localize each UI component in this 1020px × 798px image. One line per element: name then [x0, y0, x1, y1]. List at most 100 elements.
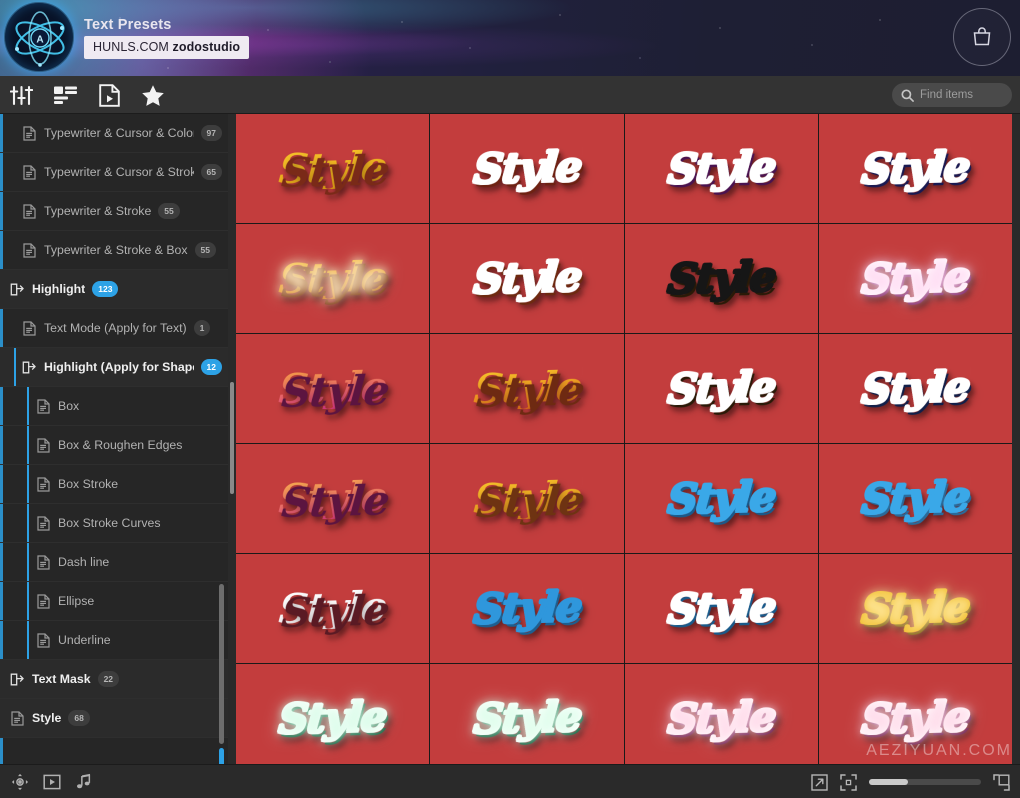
app-banner: A Text Presets HUNLS.COM zodostudio — [0, 0, 1020, 76]
file-icon — [22, 320, 37, 336]
shop-button[interactable] — [953, 8, 1011, 66]
preset-style-text: Style — [860, 362, 971, 414]
sidebar-scrollbar-thumb[interactable] — [219, 584, 224, 744]
sidebar-item-box-stroke-curves[interactable]: Box Stroke Curves — [0, 504, 228, 543]
grid-scrollbar-thumb[interactable] — [230, 382, 234, 494]
sidebar-item-label: Box — [58, 399, 80, 413]
sidebar-item-count-badge: 123 — [92, 280, 119, 298]
sidebar-item-box-roughen-edges[interactable]: Box & Roughen Edges — [0, 426, 228, 465]
sidebar-item-typewriter-stroke[interactable]: Typewriter & Stroke 55 — [0, 192, 228, 231]
sidebar-item-count-badge: 65 — [200, 163, 222, 181]
folder-icon — [10, 282, 25, 297]
zoom-slider[interactable] — [869, 779, 981, 785]
play-box-icon[interactable] — [42, 772, 62, 792]
preset-tile[interactable]: Style — [818, 224, 1012, 333]
preset-tile[interactable]: Style — [818, 664, 1012, 764]
preset-tile[interactable]: Style — [818, 114, 1012, 223]
preset-style-text: Style — [471, 692, 583, 744]
preset-tile[interactable]: Style — [236, 334, 430, 443]
preset-tile[interactable]: Style — [430, 664, 624, 764]
sidebar-item-count-badge: 12 — [200, 358, 222, 376]
preset-tile[interactable]: Style — [236, 114, 430, 223]
sidebar-item-text-mode-apply-for-text[interactable]: Text Mode (Apply for Text) 1 — [0, 309, 228, 348]
preset-style-text: Style — [665, 472, 777, 524]
banner-watermark-chip: HUNLS.COM zodostudio — [84, 36, 250, 59]
file-icon — [22, 242, 37, 258]
file-play-icon[interactable] — [96, 82, 122, 108]
sidebar-item-box[interactable]: Box — [0, 387, 228, 426]
status-bar — [0, 764, 1020, 798]
search-input[interactable] — [920, 89, 1006, 101]
chip-brand: zodostudio — [172, 40, 241, 54]
preset-tile[interactable]: Style — [624, 664, 818, 764]
sliders-icon[interactable] — [8, 82, 34, 108]
sidebar-item-count-badge: 1 — [193, 319, 211, 337]
expand-arrow-icon[interactable] — [811, 773, 828, 791]
preset-tile[interactable]: Style — [236, 554, 430, 663]
zoom-slider-fill — [869, 779, 909, 785]
preset-tile[interactable]: Style — [430, 224, 624, 333]
sidebar-item-ellipse[interactable]: Ellipse — [0, 582, 228, 621]
star-icon[interactable] — [140, 82, 166, 108]
preset-tile[interactable]: Style — [430, 114, 624, 223]
sidebar-item-box-stroke[interactable]: Box Stroke — [0, 465, 228, 504]
music-note-icon[interactable] — [74, 772, 94, 792]
sidebar-item-typewriter-stroke-box[interactable]: Typewriter & Stroke & Box 55 — [0, 231, 228, 270]
sidebar-scrollbar-thumb-active[interactable] — [219, 748, 224, 764]
sidebar-item-typewriter-cursor-color[interactable]: Typewriter & Cursor & Color 97 — [0, 114, 228, 153]
file-icon — [36, 632, 51, 648]
sidebar-item-label: Text Mode (Apply for Text) — [44, 321, 187, 335]
sidebar-item-label: Box Stroke — [58, 477, 119, 491]
main-toolbar — [0, 76, 1020, 114]
sidebar-item-label: Ellipse — [58, 594, 95, 608]
folder-icon — [22, 360, 37, 375]
sidebar-item-dash-line[interactable]: Dash line — [0, 543, 228, 582]
preset-tile[interactable]: Style — [624, 554, 818, 663]
preset-tile[interactable]: Style — [624, 334, 818, 443]
preset-grid-panel: Style Style Style Style Style Style Style Style… — [228, 114, 1020, 764]
preset-style-text: Style — [860, 142, 971, 194]
preset-style-text: Style — [471, 582, 583, 634]
preset-tile[interactable]: Style — [236, 444, 430, 553]
sidebar-item-highlight[interactable]: Highlight 123 — [0, 270, 228, 309]
transform-move-icon[interactable] — [10, 772, 30, 792]
preset-tile[interactable]: Style — [430, 554, 624, 663]
preset-tile[interactable]: Style — [818, 554, 1012, 663]
preset-tile[interactable]: Style — [236, 664, 430, 764]
file-icon — [36, 515, 51, 531]
chip-prefix: HUNLS.COM — [93, 40, 173, 54]
sidebar-item-typewriter-cursor-stroke[interactable]: Typewriter & Cursor & Stroke 65 — [0, 153, 228, 192]
app-window: A Text Presets HUNLS.COM zodostudio Find… — [0, 0, 1020, 798]
preset-grid[interactable]: Style Style Style Style Style Style Style Style… — [236, 114, 1012, 764]
sidebar-item-underline[interactable]: Underline — [0, 621, 228, 660]
sidebar-item-count-badge: 22 — [97, 670, 120, 688]
sidebar-item-style[interactable]: Style 68 — [0, 699, 228, 738]
preset-style-text: Style — [471, 252, 583, 304]
preset-category-sidebar[interactable]: Typewriter & Cursor & Color 97 Typewriter… — [0, 114, 228, 764]
preset-tile[interactable]: Style — [818, 444, 1012, 553]
sidebar-item-label: Typewriter & Stroke — [44, 204, 152, 218]
preset-tile[interactable]: Style — [624, 224, 818, 333]
sidebar-item-text-mask[interactable]: Text Mask 22 — [0, 660, 228, 699]
search-box[interactable] — [892, 83, 1012, 107]
sidebar-item-highlight-apply-for-shape[interactable]: Highlight (Apply for Shape) 12 — [0, 348, 228, 387]
preset-tile[interactable]: Style — [430, 444, 624, 553]
preset-tile[interactable]: Style — [236, 224, 430, 333]
app-logo: A — [4, 2, 74, 72]
sidebar-item-label: Box & Roughen Edges — [58, 438, 183, 452]
preset-tile[interactable]: Style — [430, 334, 624, 443]
preset-tile[interactable]: Style — [818, 334, 1012, 443]
preset-style-text: Style — [860, 692, 971, 744]
sidebar-item-count-badge: 68 — [68, 709, 90, 727]
preset-style-text: Style — [277, 472, 388, 524]
sidebar-item-count-badge: 97 — [200, 124, 222, 142]
fit-frame-icon[interactable] — [840, 773, 857, 791]
atom-logo-icon: A — [15, 11, 65, 67]
preset-tile[interactable]: Style — [624, 444, 818, 553]
layout-list-icon[interactable] — [52, 82, 78, 108]
fullscreen-icon[interactable] — [993, 773, 1010, 791]
file-icon — [36, 593, 51, 609]
preset-tile[interactable]: Style — [624, 114, 818, 223]
file-icon — [36, 437, 51, 453]
folder-icon — [10, 672, 25, 687]
